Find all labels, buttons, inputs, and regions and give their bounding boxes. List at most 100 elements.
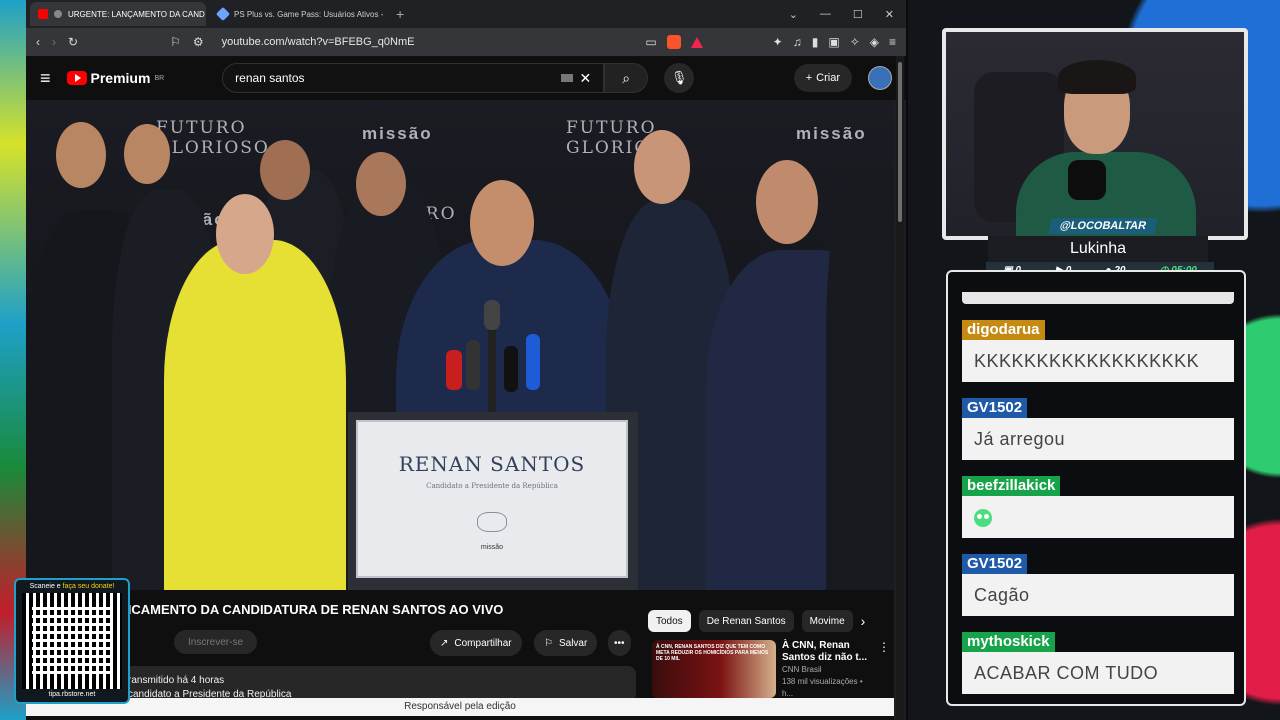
clear-search-icon[interactable]: ✕ <box>579 70 591 87</box>
person-head <box>260 140 310 200</box>
recommended-meta: 138 mil visualizações • h... <box>782 677 863 698</box>
youtube-logo[interactable]: Premium BR <box>66 70 165 86</box>
avatar[interactable] <box>868 66 892 90</box>
forward-icon[interactable]: › <box>52 35 56 49</box>
search-button[interactable]: ⌕ <box>604 63 649 93</box>
kebab-menu-icon[interactable]: ⋮ <box>878 640 890 700</box>
brave-rewards-icon[interactable] <box>690 36 703 48</box>
new-tab-button[interactable]: + <box>390 6 410 22</box>
chat-message: GV1502 Já arregou <box>962 398 1234 460</box>
recommended-info: À CNN, Renan Santos diz não t... CNN Bra… <box>782 640 872 700</box>
chat-message: GV1502 Cagão <box>962 554 1234 616</box>
minimize-icon[interactable]: — <box>820 8 831 21</box>
chip-channel[interactable]: De Renan Santos <box>698 610 794 632</box>
plus-icon: + <box>805 72 813 84</box>
browser-window: URGENTE: LANÇAMENTO DA CAND ✕ PS Plus vs… <box>26 0 908 720</box>
leo-icon[interactable]: ✧ <box>850 35 860 49</box>
tab-bar: URGENTE: LANÇAMENTO DA CAND ✕ PS Plus vs… <box>26 0 906 28</box>
wallet-icon[interactable]: ▣ <box>828 35 839 49</box>
chat-previous-message <box>962 292 1234 304</box>
description-box[interactable]: ransmitido há 4 horas candidato a Presid… <box>122 666 636 702</box>
video-player[interactable]: FUTURO GLORIOSO missão missão FUTURO GLO… <box>26 100 894 590</box>
window-controls: ⌄ — ☐ ✕ <box>789 8 906 21</box>
chip-movement[interactable]: Movime <box>801 610 853 632</box>
chat-text: Já arregou <box>962 418 1234 460</box>
chat-username: GV1502 <box>962 398 1028 418</box>
save-button[interactable]: ⚐ Salvar <box>534 630 598 656</box>
streamer-microphone <box>1068 160 1106 200</box>
url-field[interactable]: youtube.com/watch?v=BFEBG_q0NmE <box>222 36 415 48</box>
more-actions-button[interactable]: ••• <box>608 630 631 656</box>
person-head <box>124 124 170 184</box>
share-button[interactable]: ↗ Compartilhar <box>430 630 522 656</box>
recommended-title: À CNN, Renan Santos diz não t... <box>782 640 868 663</box>
tab-label: PS Plus vs. Game Pass: Usuários Ativos -… <box>234 9 386 19</box>
filter-chips: Todos De Renan Santos Movime › <box>648 610 865 632</box>
person-yellow-blazer <box>164 240 346 590</box>
scrollbar[interactable] <box>896 56 904 720</box>
tab-label: URGENTE: LANÇAMENTO DA CAND <box>68 9 205 19</box>
chat-username: digodarua <box>962 320 1045 340</box>
create-label: Criar <box>816 72 840 84</box>
chevron-right-icon[interactable]: › <box>861 613 866 629</box>
backdrop-text: FUTURO <box>566 118 657 138</box>
chat-message: mythoskick ACABAR COM TUDO <box>962 632 1234 694</box>
backdrop-text: missão <box>796 124 867 143</box>
qr-caption: Scaneie e faça seu donate! <box>16 580 128 590</box>
microphone-stand <box>446 300 540 420</box>
qr-url: tipa.rbstore.net <box>48 691 96 698</box>
jaguar-logo-icon <box>477 512 507 532</box>
site-settings-icon[interactable]: ⚙ <box>193 35 204 49</box>
close-icon[interactable]: ✕ <box>885 8 894 21</box>
chat-text: ACABAR COM TUDO <box>962 652 1234 694</box>
share-label: Compartilhar <box>454 637 512 649</box>
donation-qr-widget: Scaneie e faça seu donate! tipa.rbstore.… <box>14 578 130 704</box>
recommended-thumbnail: À CNN, RENAN SANTOS DIZ QUE TEM COMO MET… <box>652 640 776 698</box>
chip-all[interactable]: Todos <box>648 610 691 632</box>
bookmark-save-icon: ⚐ <box>544 637 553 649</box>
backdrop-text: GLORIOSO <box>156 138 270 158</box>
create-button[interactable]: + Criar <box>793 64 852 92</box>
maximize-icon[interactable]: ☐ <box>853 8 863 21</box>
extensions-icon[interactable]: ✦ <box>773 35 783 49</box>
youtube-play-icon <box>66 71 87 85</box>
kick-emote-icon <box>974 509 992 528</box>
share-icon: ↗ <box>440 637 449 649</box>
vpn-icon[interactable]: ◈ <box>870 35 879 49</box>
chevron-down-icon[interactable]: ⌄ <box>789 8 798 21</box>
region-label: BR <box>154 74 165 82</box>
media-icon[interactable]: ♫ <box>793 35 802 49</box>
address-bar: ‹ › ↻ ⚐ ⚙ youtube.com/watch?v=BFEBG_q0Nm… <box>26 28 906 56</box>
podium-subtitle: Candidato a Presidente da República <box>426 482 558 490</box>
scrollbar-thumb[interactable] <box>898 62 902 222</box>
subscribe-button[interactable]: Inscrever-se <box>174 630 258 654</box>
search-value: renan santos <box>235 71 305 85</box>
voice-search-icon[interactable]: 🎙 <box>664 63 695 93</box>
brave-shield-icon[interactable] <box>666 35 681 49</box>
person-head <box>634 130 690 204</box>
search-input[interactable]: renan santos ✕ <box>222 63 605 93</box>
person-head <box>216 194 274 274</box>
reload-icon[interactable]: ↻ <box>68 35 78 49</box>
bookmark-icon[interactable]: ⚐ <box>170 35 181 49</box>
back-icon[interactable]: ‹ <box>36 35 40 49</box>
qr-code-icon <box>22 593 122 689</box>
podium-sign: RENAN SANTOS Candidato a Presidente da R… <box>356 420 628 578</box>
sidebar-icon[interactable]: ▮ <box>812 35 819 49</box>
backdrop-text: FUTURO <box>156 118 247 138</box>
description-line: ransmitido há 4 horas <box>128 675 225 686</box>
cast-icon[interactable]: ▭ <box>645 35 656 49</box>
person-head <box>56 122 106 188</box>
tab-youtube[interactable]: URGENTE: LANÇAMENTO DA CAND ✕ <box>30 2 206 26</box>
save-label: Salvar <box>558 637 588 649</box>
webcam-overlay <box>942 28 1248 240</box>
hamburger-menu-icon[interactable]: ≡ <box>40 68 51 89</box>
tab-gemini[interactable]: PS Plus vs. Game Pass: Usuários Ativos -… <box>210 2 386 26</box>
person-head <box>470 180 534 266</box>
recommended-video[interactable]: À CNN, RENAN SANTOS DIZ QUE TEM COMO MET… <box>652 640 892 700</box>
chat-username: mythoskick <box>962 632 1055 652</box>
backdrop-text: missão <box>362 124 433 143</box>
chat-panel: digodarua KKKKKKKKKKKKKKKKKK GV1502 Já a… <box>946 270 1246 706</box>
keyboard-icon[interactable] <box>561 74 574 82</box>
menu-icon[interactable]: ≡ <box>889 35 896 49</box>
